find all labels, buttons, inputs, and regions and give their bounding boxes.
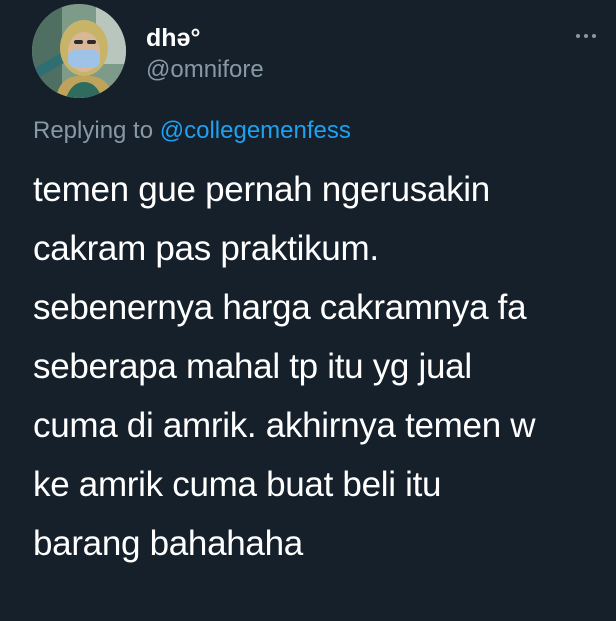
tweet-text-line: barang bahahaha: [33, 524, 303, 563]
tweet-text: temen gue pernah ngerusakin cakram pas p…: [33, 160, 603, 573]
tweet-text-line: seberapa mahal tp itu yg jual: [33, 347, 472, 386]
display-name[interactable]: dhə°: [146, 24, 200, 52]
user-handle[interactable]: @omnifore: [146, 56, 264, 84]
tweet-text-line: temen gue pernah ngerusakin: [33, 170, 490, 209]
tweet-text-line: cakram pas praktikum.: [33, 229, 379, 268]
replying-to-line: Replying to @collegemenfess: [33, 116, 351, 146]
more-options-icon-dot: [592, 34, 596, 38]
replying-to-label: Replying to: [33, 117, 160, 144]
profile-photo-icon: [32, 4, 126, 98]
more-options-button[interactable]: [566, 26, 606, 46]
tweet-text-line: ke amrik cuma buat beli itu: [33, 465, 442, 504]
tweet-text-line: sebenernya harga cakramnya fa: [33, 288, 527, 327]
more-options-icon-dot: [584, 34, 588, 38]
tweet-text-line: cuma di amrik. akhirnya temen w: [33, 406, 536, 445]
avatar[interactable]: [32, 4, 126, 98]
reply-mention-link[interactable]: @collegemenfess: [160, 117, 351, 144]
more-options-icon: [576, 34, 580, 38]
